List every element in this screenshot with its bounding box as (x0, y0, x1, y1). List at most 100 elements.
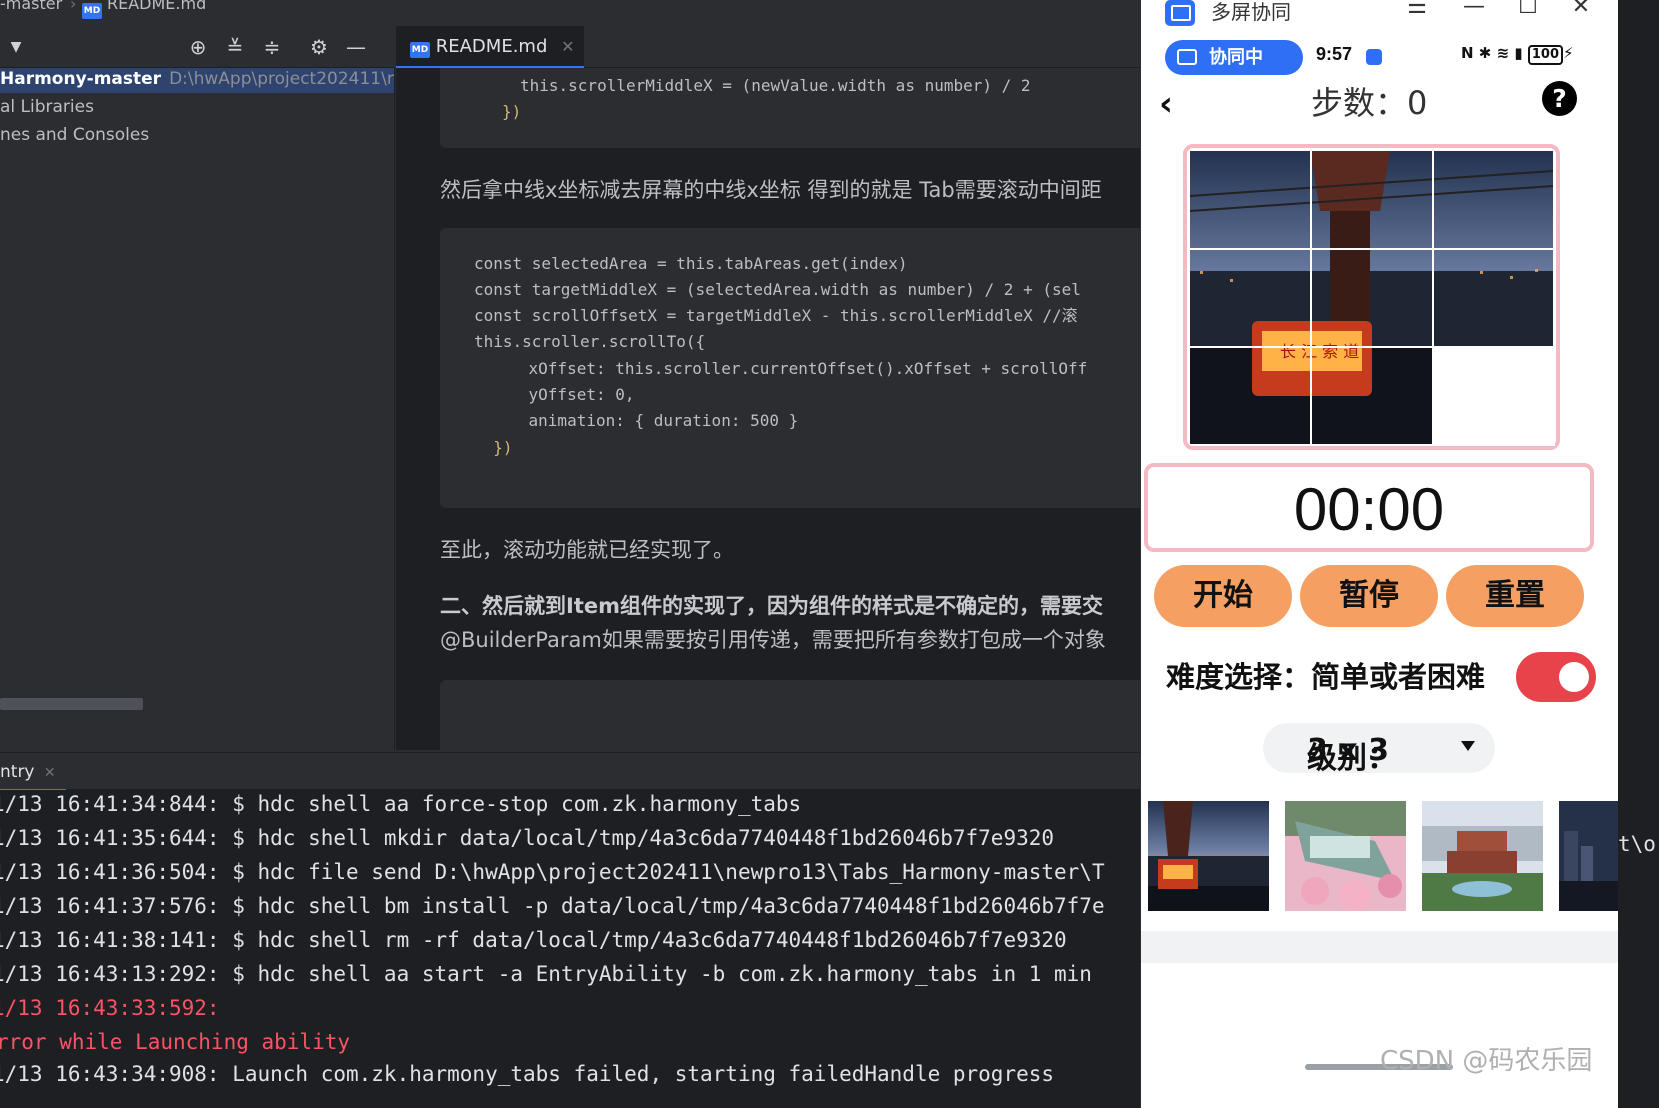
thumbnail-cablecar[interactable] (1148, 801, 1269, 911)
tab-readme[interactable]: MD README.md ✕ (396, 26, 584, 68)
console-line: 1/13 16:41:36:504: $ hdc file send D:\hw… (0, 860, 1105, 884)
console-output[interactable]: 1/13 16:41:34:844: $ hdc shell aa force-… (0, 790, 1140, 1108)
code-line: animation: { duration: 500 } (490, 411, 799, 430)
console-error-line: 1/13 16:43:33:592: (0, 996, 220, 1020)
reset-button[interactable]: 重置 (1446, 565, 1584, 627)
collab-status-label: 协同中 (1209, 47, 1263, 68)
markdown-editor[interactable]: .onAreaChange((oldValue, newValue) => { … (396, 68, 1140, 750)
collab-icon (1177, 49, 1197, 65)
dropdown-arrow-icon[interactable]: ▼ (4, 35, 28, 59)
console-line: 1/13 16:41:38:141: $ hdc shell rm -rf da… (0, 928, 1067, 952)
help-icon[interactable]: ? (1542, 81, 1577, 116)
watermark: CSDN @码农乐园 (1380, 1046, 1593, 1076)
close-icon[interactable]: ✕ (561, 37, 574, 56)
image-thumbnail-strip[interactable] (1141, 788, 1618, 928)
app-title: 多屏协同 (1211, 0, 1291, 24)
tree-root[interactable]: Harmony-master D:\hwApp\project202411\n (0, 68, 395, 93)
tree-external-libraries[interactable]: al Libraries (0, 93, 94, 121)
paragraph: @BuilderParam如果需要按引用传递，需要把所有参数打包成一个对象 (440, 628, 1106, 652)
puzzle-tile[interactable] (1190, 348, 1311, 446)
pause-button[interactable]: 暂停 (1300, 565, 1438, 627)
gear-icon[interactable]: ⚙ (307, 35, 331, 59)
code-line: xOffset: this.scroller.currentOffset().x… (490, 359, 1088, 378)
puzzle-tile[interactable] (1434, 250, 1555, 348)
paragraph: 然后拿中线x坐标减去屏幕的中线x坐标 得到的就是 Tab需要滚动中间距 (440, 178, 1102, 202)
menu-icon[interactable]: ☰ (1402, 0, 1432, 19)
console-line: 1/13 16:41:34:844: $ hdc shell aa force-… (0, 792, 802, 816)
breadcrumb-project[interactable]: -master (0, 0, 62, 13)
ide-right-edge: t\o (1618, 0, 1659, 1108)
breadcrumb-file[interactable]: README.md (107, 0, 206, 13)
collapse-all-icon[interactable]: ≑ (260, 35, 284, 59)
console-line: 1/13 16:41:37:576: $ hdc shell bm instal… (0, 894, 1105, 918)
status-icon-glyphs: N ✱ ≋ ▮ (1461, 44, 1523, 62)
puzzle-board: 长 江 索 道 (1183, 144, 1560, 450)
screen: -master › MD README.md ▼ ⊕ ≚ ≑ ⚙ — Harmo… (0, 0, 1659, 1108)
puzzle-tile[interactable] (1312, 250, 1433, 348)
code-line: this.scroller.scrollTo({ (474, 332, 706, 351)
tab-readme-label: README.md (435, 36, 548, 57)
difficulty-label: 难度选择：简单或者困难 (1166, 660, 1486, 694)
collab-status-pill[interactable]: 协同中 (1165, 40, 1303, 75)
tree-root-path: D:\hwApp\project202411\n (169, 69, 395, 89)
maximize-icon[interactable]: ☐ (1513, 0, 1543, 19)
notification-icon (1366, 49, 1382, 65)
console-error-line: rror while Launching ability (0, 1030, 351, 1054)
puzzle-tile[interactable] (1190, 250, 1311, 348)
thumbnail-city[interactable] (1559, 801, 1618, 911)
timer-display: 00:00 (1293, 476, 1445, 543)
chevron-down-icon (1461, 741, 1475, 751)
code-line: const scrollOffsetX = targetMiddleX - th… (474, 306, 1078, 325)
puzzle-tile[interactable] (1434, 151, 1555, 249)
toggle-knob (1554, 657, 1594, 697)
ide-breadcrumb-bar: -master › MD README.md (0, 0, 1140, 22)
horizontal-scrollbar[interactable] (0, 698, 143, 710)
thumbnail-building[interactable] (1422, 801, 1543, 911)
code-line: this.scrollerMiddleX = (newValue.width a… (520, 76, 1031, 95)
bottom-panel (1141, 931, 1618, 963)
code-line: const selectedArea = this.tabAreas.get(i… (474, 254, 908, 273)
editor-tabs: MD README.md ✕ (396, 26, 1140, 68)
minimize-icon[interactable]: — (1459, 0, 1489, 19)
game-header: ‹ 步数：0 ? (1141, 80, 1618, 138)
code-block-1: .onAreaChange((oldValue, newValue) => { … (440, 68, 1140, 148)
level-value: 3 x 3 (1307, 733, 1389, 768)
charging-icon: ⚡ (1563, 44, 1574, 62)
hide-icon[interactable]: — (344, 35, 368, 59)
status-icons: N ✱ ≋ ▮ 100 ⚡ (1461, 44, 1574, 65)
puzzle-tile[interactable] (1312, 348, 1433, 446)
steps-label: 步数： (1311, 84, 1408, 122)
expand-all-icon[interactable]: ≚ (223, 35, 247, 59)
code-line: }) (502, 102, 522, 121)
back-icon[interactable]: ‹ (1159, 84, 1173, 124)
thumbnail-train[interactable] (1285, 801, 1406, 911)
battery-icon: 100 (1527, 45, 1563, 65)
console-line: 1/13 16:41:35:644: $ hdc shell mkdir dat… (0, 826, 1055, 850)
phone-mirror-window: 多屏协同 ☰ — ☐ ✕ 协同中 9:57 N ✱ ≋ ▮ 100 ⚡ ‹ 步数：… (1141, 0, 1618, 1108)
paragraph-heading: 二、然后就到Item组件的实现了，因为组件的样式是不确定的，需要交 (440, 594, 1103, 618)
timer-box: 00:00 (1144, 463, 1594, 552)
app-logo-icon (1165, 0, 1195, 26)
code-line: const targetMiddleX = (selectedArea.widt… (474, 280, 1081, 299)
tree-scratches[interactable]: nes and Consoles (0, 121, 149, 149)
puzzle-empty-slot[interactable] (1434, 348, 1555, 446)
puzzle-tile[interactable] (1312, 151, 1433, 249)
code-block-3 (440, 680, 1140, 750)
level-select[interactable]: 级别： 3 x 3 (1263, 723, 1495, 776)
difficulty-toggle[interactable] (1516, 652, 1596, 702)
project-panel: Harmony-master D:\hwApp\project202411\n a… (0, 68, 395, 750)
tab-console[interactable]: ntry ✕ (0, 753, 66, 791)
breadcrumb-separator: › (70, 0, 77, 13)
status-time: 9:57 (1316, 44, 1353, 64)
paragraph: 至此，滚动功能就已经实现了。 (440, 538, 734, 562)
tree-root-name: Harmony-master (0, 69, 162, 89)
code-block-2: const selectedArea = this.tabAreas.get(i… (440, 228, 1140, 508)
console-tab-bar: ntry ✕ (0, 752, 1140, 791)
puzzle-tile[interactable] (1190, 151, 1311, 249)
close-icon[interactable]: ✕ (44, 765, 56, 781)
close-icon[interactable]: ✕ (1566, 0, 1596, 19)
project-toolbar: ▼ ⊕ ≚ ≑ ⚙ — (0, 26, 395, 68)
start-button[interactable]: 开始 (1154, 565, 1292, 627)
console-line-fragment: t\o (1618, 832, 1656, 856)
locate-icon[interactable]: ⊕ (186, 35, 210, 59)
